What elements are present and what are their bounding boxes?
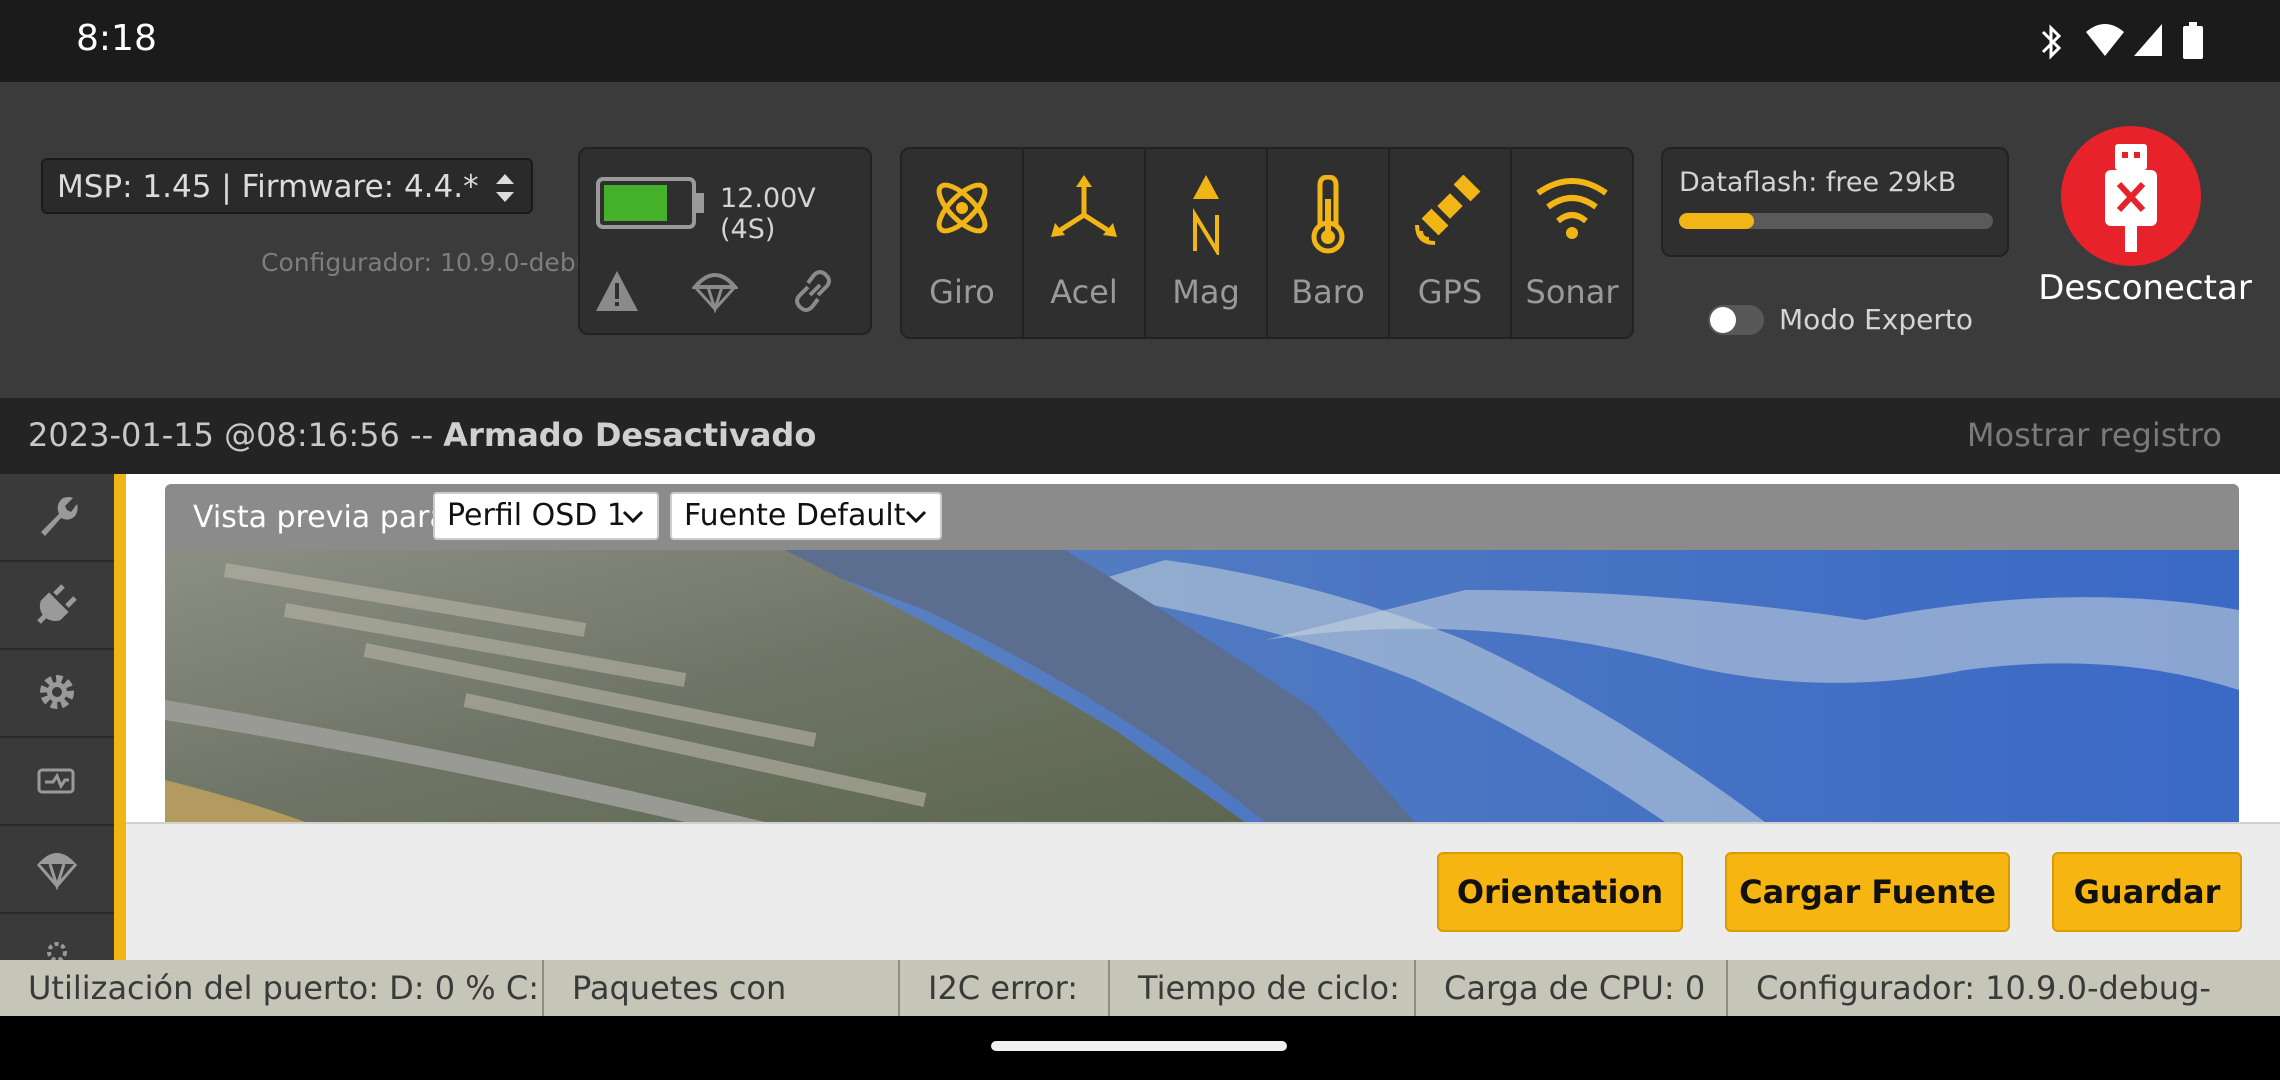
status-clock: 8:18 <box>76 18 157 59</box>
dataflash-panel: Dataflash: free 29kB <box>1661 147 2009 257</box>
disconnect-label: Desconectar <box>2038 268 2252 308</box>
more-icon <box>47 942 67 960</box>
sensor-label: Mag <box>1172 273 1240 311</box>
disconnect-button[interactable] <box>2061 126 2201 266</box>
chevron-down-icon <box>905 510 927 524</box>
expert-mode-label: Modo Experto <box>1779 303 1973 336</box>
sensor-accel: Acel <box>1024 149 1146 337</box>
footer-configurator-version: Configurador: 10.9.0-debug- <box>1756 969 2211 1007</box>
sensor-label: GPS <box>1417 273 1483 311</box>
nav-item-configuration[interactable] <box>0 650 114 738</box>
footer-cpu-load: Carga de CPU: 0 <box>1416 960 1728 1016</box>
osd-font-value: Fuente Default <box>684 498 906 533</box>
side-navigation <box>0 474 114 960</box>
cellular-signal-icon <box>2134 24 2162 56</box>
show-log-link[interactable]: Mostrar registro <box>1967 416 2222 454</box>
battery-status-icon <box>2183 22 2203 59</box>
nav-item-ports[interactable] <box>0 562 114 650</box>
save-button[interactable]: Guardar <box>2052 852 2242 932</box>
dataflash-label: Dataflash: free 29kB <box>1679 167 1957 198</box>
nav-item-failsafe[interactable] <box>0 826 114 914</box>
plug-icon <box>37 584 77 624</box>
log-timestamp: 2023-01-15 @08:16:56 -- <box>28 416 434 454</box>
dataflash-progress <box>1679 213 1993 229</box>
usb-disconnect-icon <box>2105 144 2157 252</box>
footer-cycle-time: Tiempo de ciclo: <box>1110 960 1416 1016</box>
failsafe-parachute-icon <box>692 273 738 313</box>
port-select[interactable]: MSP: 1.45 | Firmware: 4.4.* <box>41 158 533 214</box>
compass-north-icon <box>1193 175 1219 255</box>
warning-icon <box>596 271 638 311</box>
thermometer-icon <box>1311 175 1345 254</box>
sensor-label: Giro <box>929 273 995 311</box>
osd-preview-image <box>165 550 2239 822</box>
sensor-label: Acel <box>1050 273 1118 311</box>
preview-label: Vista previa para <box>193 500 448 535</box>
port-select-value: MSP: 1.45 | Firmware: 4.4.* <box>57 169 479 205</box>
system-status-bar <box>0 0 2280 82</box>
log-bar: 2023-01-15 @08:16:56 -- Armado Desactiva… <box>0 398 2280 474</box>
sensor-baro: Baro <box>1268 149 1390 337</box>
home-gesture-bar[interactable] <box>991 1041 1287 1051</box>
power-icon <box>37 768 75 794</box>
footer-packet-errors: Paquetes con <box>544 960 900 1016</box>
wifi-icon <box>2086 24 2124 56</box>
wrench-icon <box>41 497 78 536</box>
osd-profile-select[interactable]: Perfil OSD 1 <box>433 492 659 540</box>
sensor-status-group: Giro Acel Mag Baro GPS Sonar <box>900 147 1634 339</box>
bluetooth-icon <box>2041 24 2062 60</box>
load-font-button[interactable]: Cargar Fuente <box>1725 852 2010 932</box>
sensor-label: Sonar <box>1525 273 1619 311</box>
nav-active-indicator <box>114 474 126 960</box>
expert-mode-toggle[interactable] <box>1708 305 1764 335</box>
sensor-gps: GPS <box>1390 149 1512 337</box>
nav-item-more[interactable] <box>0 914 114 960</box>
chevron-down-icon <box>622 510 644 524</box>
battery-icon <box>596 177 704 229</box>
footer-port-usage: Utilización del puerto: D: 0 % C: <box>0 960 544 1016</box>
arming-state: Armado Desactivado <box>443 416 817 454</box>
nav-item-setup[interactable] <box>0 474 114 562</box>
nav-item-power[interactable] <box>0 738 114 826</box>
failsafe-icon <box>36 853 78 890</box>
osd-preview-panel: Vista previa para Perfil OSD 1 Fuente De… <box>165 484 2239 822</box>
osd-font-select[interactable]: Fuente Default <box>670 492 942 540</box>
accel-icon <box>1051 175 1117 237</box>
satellite-icon <box>1415 175 1481 245</box>
osd-profile-value: Perfil OSD 1 <box>447 498 626 533</box>
dataflash-progress-fill <box>1679 213 1755 229</box>
battery-panel: 12.00V (4S) <box>578 147 872 335</box>
sensor-mag: Mag <box>1146 149 1268 337</box>
gyro-icon <box>936 182 988 234</box>
link-icon <box>795 270 831 312</box>
battery-voltage: 12.00V (4S) <box>720 183 816 245</box>
sonar-icon <box>1536 178 1608 239</box>
sensor-label: Baro <box>1291 273 1365 311</box>
status-footer: Utilización del puerto: D: 0 % C: Paquet… <box>0 960 2280 1016</box>
footer-i2c-errors: I2C error: <box>900 960 1110 1016</box>
toggle-knob <box>1710 307 1736 333</box>
select-arrows-icon <box>496 174 514 202</box>
orientation-button[interactable]: Orientation <box>1437 852 1683 932</box>
sensor-sonar: Sonar <box>1512 149 1632 337</box>
sensor-gyro: Giro <box>902 149 1024 337</box>
log-message: 2023-01-15 @08:16:56 -- Armado Desactiva… <box>28 416 816 454</box>
gear-icon <box>40 675 74 709</box>
